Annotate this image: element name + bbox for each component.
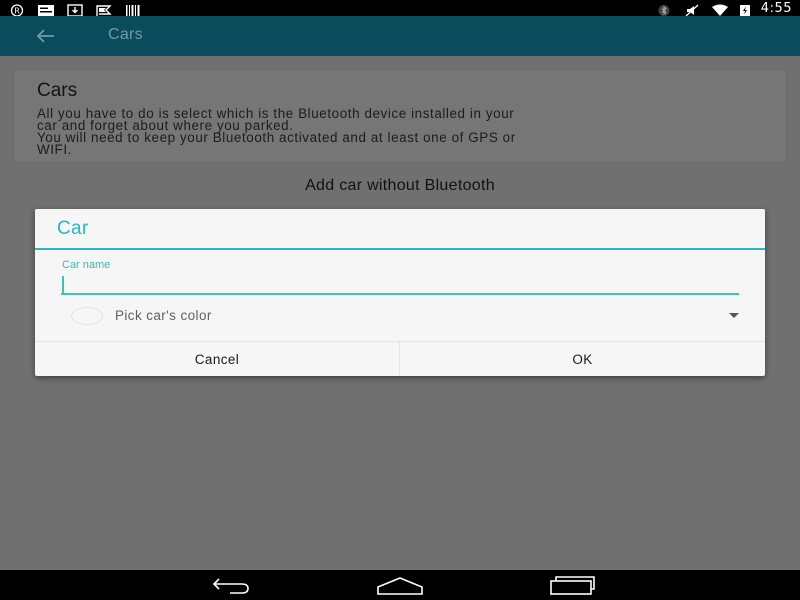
car-dialog: Car Car name Pick car's color Cancel OK: [35, 209, 765, 376]
download-icon: [66, 2, 84, 17]
navigation-bar: [0, 570, 800, 600]
wifi-icon: [711, 2, 729, 16]
info-card-text: All you have to do is select which is th…: [37, 107, 763, 157]
car-color-picker[interactable]: Pick car's color: [71, 305, 739, 327]
status-bar-notifications: R: [8, 1, 142, 17]
message-icon: [37, 2, 55, 16]
cancel-button[interactable]: Cancel: [35, 342, 399, 376]
home-nav-icon[interactable]: [376, 575, 424, 595]
add-car-without-bluetooth-button[interactable]: Add car without Bluetooth: [0, 177, 800, 195]
car-name-label: Car name: [62, 259, 111, 271]
info-card-line: You will need to keep your Bluetooth act…: [37, 130, 516, 145]
bluetooth-icon: [655, 2, 673, 16]
status-bar: R 4:55: [0, 0, 800, 17]
car-name-input[interactable]: [61, 273, 739, 295]
status-bar-system: 4:55: [655, 0, 792, 17]
battery-charging-icon: [739, 2, 751, 16]
app-bar-title: Cars: [108, 26, 143, 43]
color-swatch: [71, 307, 103, 325]
app-bar: Cars: [0, 16, 800, 56]
info-card-line: WIFI.: [37, 142, 72, 157]
mute-icon: [683, 2, 701, 17]
clock: 4:55: [760, 0, 792, 16]
back-nav-icon[interactable]: [206, 575, 252, 595]
color-picker-label: Pick car's color: [115, 308, 212, 323]
barcode-icon: [124, 2, 142, 16]
arrow-back-icon[interactable]: [34, 24, 60, 48]
text-cursor: [62, 276, 64, 293]
info-card-title: Cars: [37, 80, 78, 101]
dialog-title-divider: [35, 248, 765, 250]
dialog-title: Car: [57, 218, 89, 239]
recents-nav-icon[interactable]: [548, 575, 596, 595]
dropdown-arrow-icon: [729, 313, 739, 318]
navigation-flag-icon: [95, 2, 113, 16]
info-card: Cars All you have to do is select which …: [13, 69, 787, 163]
registered-icon: R: [8, 2, 26, 17]
ok-button[interactable]: OK: [400, 342, 765, 376]
svg-text:R: R: [14, 6, 20, 15]
